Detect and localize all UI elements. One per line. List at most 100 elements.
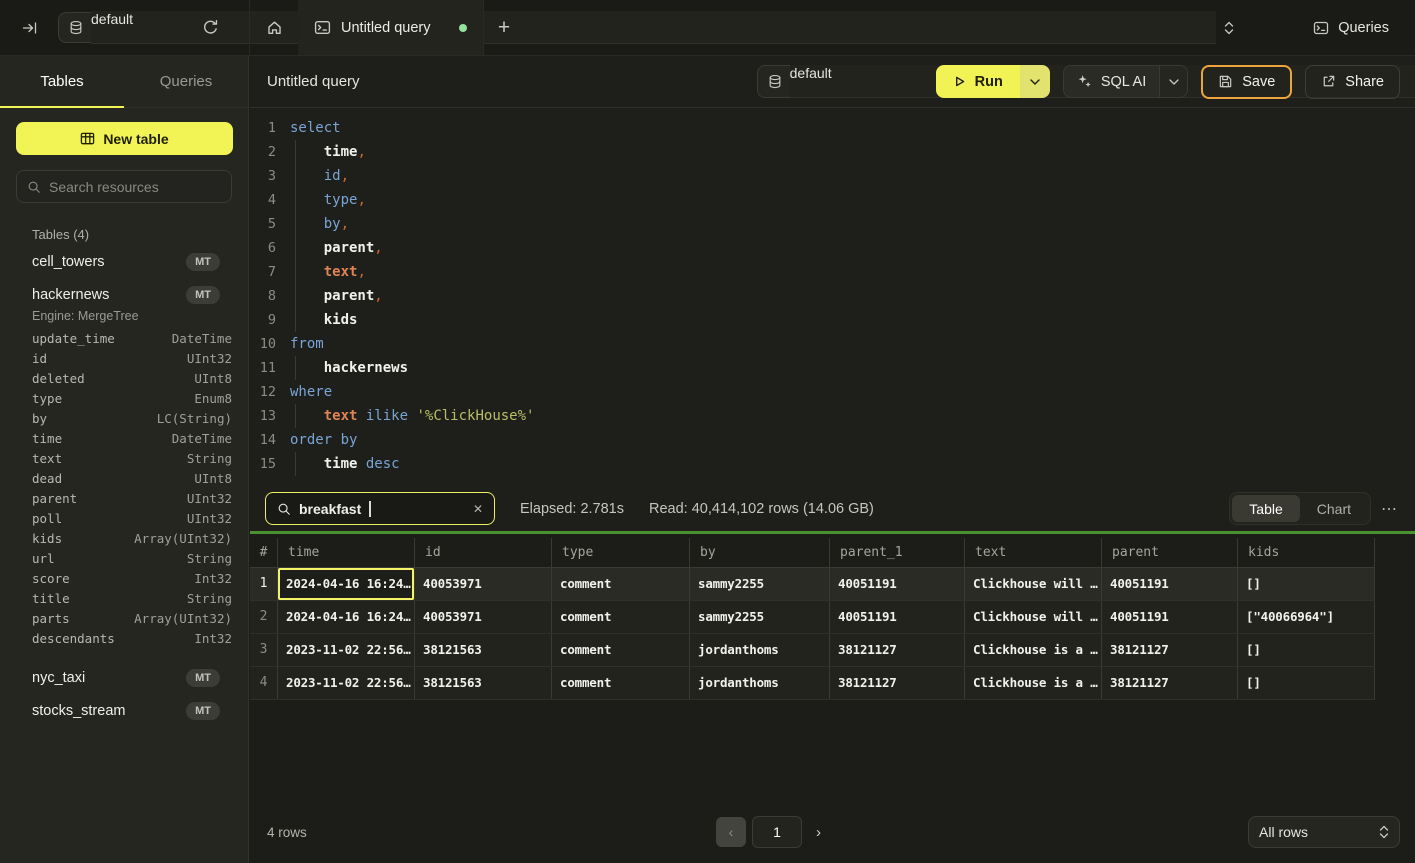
table-cell[interactable]: 2023-11-02 22:56… (278, 667, 415, 699)
column-header-num[interactable]: # (250, 538, 278, 567)
row-number[interactable]: 2 (250, 601, 278, 633)
table-cell[interactable]: jordanthoms (690, 634, 830, 666)
sidebar-tab-tables[interactable]: Tables (0, 56, 124, 107)
table-cell[interactable]: [] (1238, 568, 1375, 600)
table-cell[interactable]: sammy2255 (690, 568, 830, 600)
table-cell[interactable]: 40053971 (415, 601, 552, 633)
sidebar-table-item-hackernews[interactable]: hackernewsMT (32, 278, 220, 311)
next-page-button[interactable]: › (816, 824, 821, 841)
table-cell[interactable]: comment (552, 634, 690, 666)
sql-editor[interactable]: 1select2 time,3 id,4 type,5 by,6 parent,… (250, 108, 1415, 486)
line-number: 4 (259, 188, 276, 212)
tab-title: Untitled query (341, 20, 449, 36)
column-header-id[interactable]: id (415, 538, 552, 567)
table-cell[interactable]: comment (552, 601, 690, 633)
table-cell[interactable]: 2024-04-16 16:24… (278, 601, 415, 633)
prev-page-button[interactable]: ‹ (716, 817, 746, 847)
table-cell[interactable]: 38121127 (830, 667, 965, 699)
sidebar-table-item-stocks_stream[interactable]: stocks_streamMT (32, 694, 220, 727)
view-toggle-chart[interactable]: Chart (1300, 495, 1368, 522)
table-cell[interactable]: [] (1238, 667, 1375, 699)
floppy-save-icon (1218, 74, 1233, 89)
table-cell[interactable]: Clickhouse is a … (965, 634, 1102, 666)
home-button[interactable] (250, 0, 298, 55)
column-header-parent[interactable]: parent (1102, 538, 1238, 567)
code-text: time, (290, 140, 366, 164)
table-cell[interactable]: 38121563 (415, 634, 552, 666)
table-cell[interactable]: 40051191 (830, 568, 965, 600)
table-cell[interactable]: Clickhouse will … (965, 601, 1102, 633)
sidebar-tab-queries[interactable]: Queries (124, 56, 248, 107)
column-header-by[interactable]: by (690, 538, 830, 567)
run-options-button[interactable] (1020, 65, 1050, 98)
table-cell[interactable]: sammy2255 (690, 601, 830, 633)
column-name: score (32, 569, 194, 589)
column-name: parts (32, 609, 134, 629)
table-cell[interactable]: Clickhouse will … (965, 568, 1102, 600)
query-toolbar-actions: default Run (757, 65, 1400, 99)
row-number[interactable]: 4 (250, 667, 278, 699)
column-row: pollUInt32 (32, 509, 232, 529)
table-cell[interactable]: jordanthoms (690, 667, 830, 699)
table-cell[interactable]: ["40066964"] (1238, 601, 1375, 633)
column-row: timeDateTime (32, 429, 232, 449)
column-type: UInt8 (194, 469, 232, 489)
new-table-button[interactable]: New table (16, 122, 233, 155)
column-header-kids[interactable]: kids (1238, 538, 1375, 567)
table-cell[interactable]: 38121127 (1102, 634, 1238, 666)
line-number: 9 (259, 308, 276, 332)
engine-badge: MT (186, 702, 220, 720)
column-row: byLC(String) (32, 409, 232, 429)
code-text: by, (290, 212, 349, 236)
database-select[interactable]: default (58, 12, 180, 43)
row-number[interactable]: 1 (250, 568, 278, 600)
collapse-sidebar-icon[interactable] (22, 20, 38, 36)
new-tab-button[interactable]: + (484, 0, 524, 55)
table-cell[interactable]: 38121127 (1102, 667, 1238, 699)
search-icon (27, 180, 41, 194)
sidebar-table-item-nyc_taxi[interactable]: nyc_taxiMT (32, 661, 220, 694)
view-toggle-table[interactable]: Table (1232, 495, 1299, 522)
results-footer: 4 rows ‹ 1 › All rows (250, 801, 1415, 863)
table-cell[interactable]: 40051191 (1102, 601, 1238, 633)
sidebar-table-item-cell_towers[interactable]: cell_towersMT (32, 245, 220, 278)
table-cell[interactable]: 38121563 (415, 667, 552, 699)
table-cell[interactable]: [] (1238, 634, 1375, 666)
current-page[interactable]: 1 (752, 816, 802, 848)
page-size-select[interactable]: All rows (1248, 816, 1400, 848)
table-grid-icon (80, 131, 95, 146)
code-text: text ilike '%ClickHouse%' (290, 404, 534, 428)
column-name: descendants (32, 629, 194, 649)
table-cell[interactable]: Clickhouse is a … (965, 667, 1102, 699)
table-cell[interactable]: 38121127 (830, 634, 965, 666)
more-options-button[interactable]: ⋯ (1381, 499, 1398, 519)
column-header-text[interactable]: text (965, 538, 1102, 567)
column-header-parent_1[interactable]: parent_1 (830, 538, 965, 567)
topbar-left: default (0, 0, 249, 55)
run-database-select[interactable]: default (757, 65, 923, 98)
table-cell[interactable]: comment (552, 568, 690, 600)
sql-ai-options-button[interactable] (1159, 66, 1187, 97)
table-cell[interactable]: 40051191 (1102, 568, 1238, 600)
row-number[interactable]: 3 (250, 634, 278, 666)
table-cell[interactable]: 40051191 (830, 601, 965, 633)
results-search-input[interactable]: breakfast ✕ (265, 492, 495, 525)
table-cell[interactable]: comment (552, 667, 690, 699)
column-header-type[interactable]: type (552, 538, 690, 567)
queries-button[interactable]: Queries (1313, 20, 1389, 36)
save-button[interactable]: Save (1201, 65, 1292, 99)
search-resources-input[interactable] (49, 179, 221, 195)
sql-ai-button[interactable]: SQL AI (1064, 66, 1159, 97)
column-header-time[interactable]: time (278, 538, 415, 567)
column-type: DateTime (172, 329, 232, 349)
table-cell[interactable]: 40053971 (415, 568, 552, 600)
column-row: typeEnum8 (32, 389, 232, 409)
tab-untitled-query[interactable]: Untitled query (298, 0, 484, 55)
table-cell[interactable]: 2024-04-16 16:24… (278, 568, 415, 600)
refresh-icon[interactable] (202, 19, 219, 36)
table-cell[interactable]: 2023-11-02 22:56… (278, 634, 415, 666)
clear-search-button[interactable]: ✕ (473, 502, 483, 516)
code-text: hackernews (290, 356, 408, 380)
share-button[interactable]: Share (1305, 65, 1400, 99)
run-button[interactable]: Run (936, 65, 1020, 98)
